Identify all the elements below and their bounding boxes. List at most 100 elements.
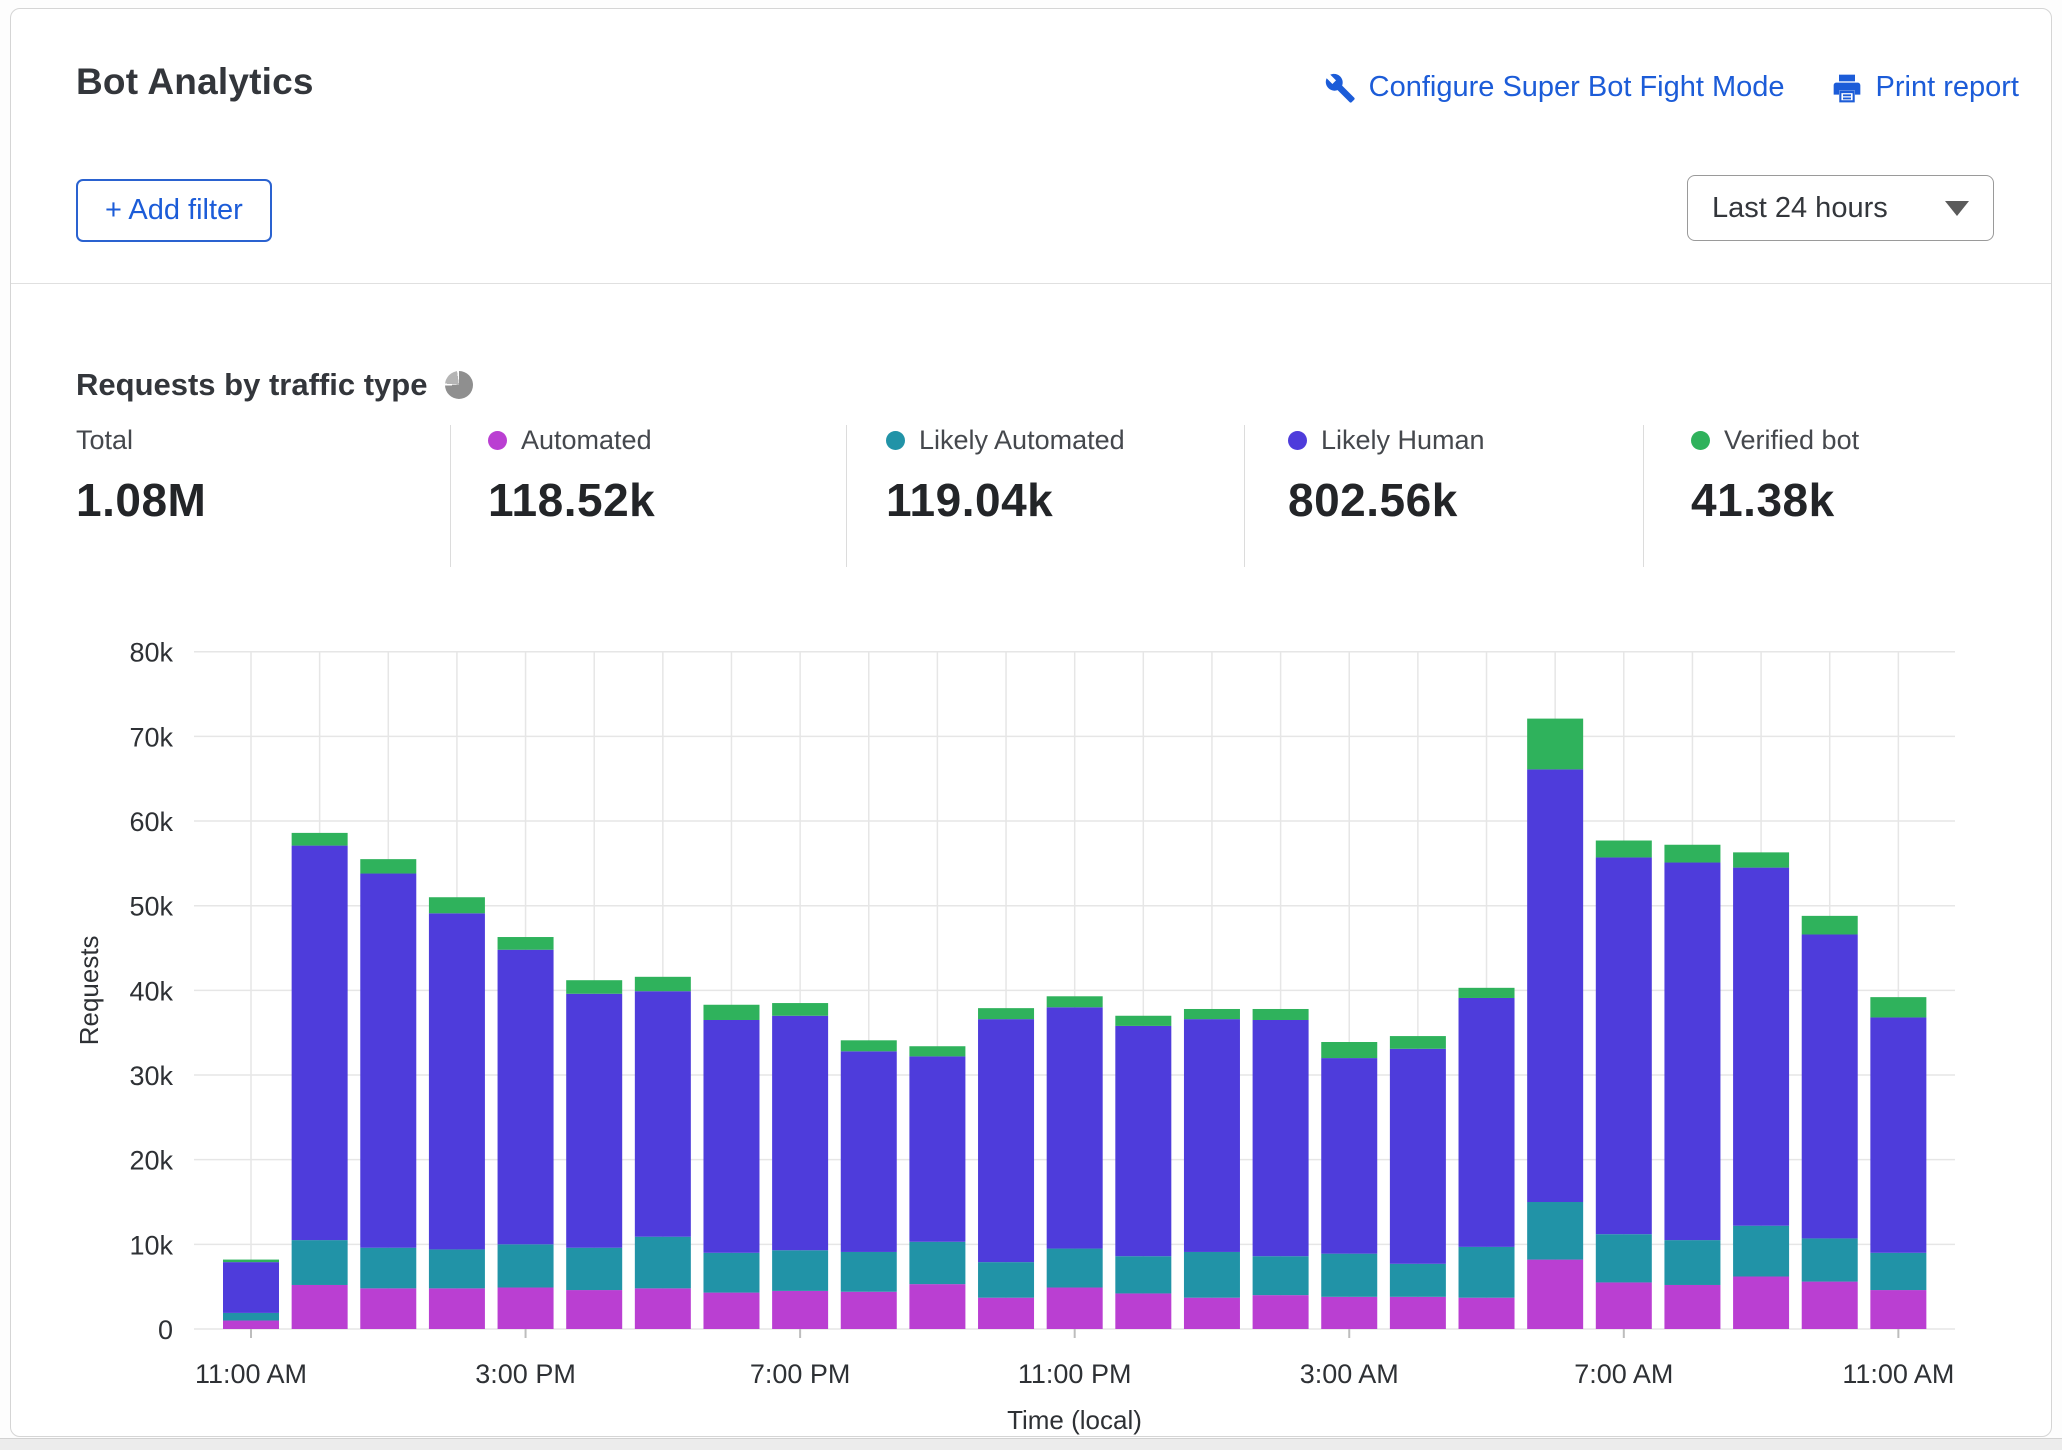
bar-segment-automated[interactable] bbox=[635, 1288, 691, 1329]
bar-segment-verified-bot[interactable] bbox=[1184, 1009, 1240, 1019]
bar-2-100PM[interactable] bbox=[360, 859, 416, 1329]
bar-segment-likely-human[interactable] bbox=[978, 1019, 1034, 1262]
bar-segment-likely-human[interactable] bbox=[1596, 857, 1652, 1234]
bar-segment-automated[interactable] bbox=[978, 1298, 1034, 1329]
bar-segment-likely-human[interactable] bbox=[223, 1262, 279, 1313]
bar-segment-automated[interactable] bbox=[360, 1288, 416, 1329]
bar-segment-likely-automated[interactable] bbox=[429, 1249, 485, 1288]
bar-segment-likely-human[interactable] bbox=[1047, 1007, 1103, 1248]
bar-segment-likely-automated[interactable] bbox=[1184, 1252, 1240, 1298]
bar-segment-verified-bot[interactable] bbox=[498, 937, 554, 950]
print-report-link[interactable]: Print report bbox=[1831, 71, 2019, 104]
bar-segment-verified-bot[interactable] bbox=[1664, 845, 1720, 863]
bar-8-700PM[interactable] bbox=[772, 1003, 828, 1329]
bar-segment-verified-bot[interactable] bbox=[1802, 916, 1858, 935]
bar-20-700AM[interactable] bbox=[1596, 841, 1652, 1329]
bar-4-300PM[interactable] bbox=[498, 937, 554, 1329]
bar-segment-likely-human[interactable] bbox=[909, 1056, 965, 1241]
bar-segment-verified-bot[interactable] bbox=[429, 897, 485, 913]
bar-18-500AM[interactable] bbox=[1459, 988, 1515, 1329]
bar-segment-automated[interactable] bbox=[1870, 1290, 1926, 1329]
bar-17-400AM[interactable] bbox=[1390, 1036, 1446, 1329]
bar-segment-automated[interactable] bbox=[909, 1284, 965, 1329]
bar-segment-likely-human[interactable] bbox=[1527, 769, 1583, 1202]
bar-segment-likely-automated[interactable] bbox=[978, 1262, 1034, 1298]
bar-segment-verified-bot[interactable] bbox=[841, 1040, 897, 1051]
bar-segment-automated[interactable] bbox=[566, 1290, 622, 1329]
bar-segment-automated[interactable] bbox=[1596, 1282, 1652, 1329]
bar-segment-likely-automated[interactable] bbox=[498, 1244, 554, 1287]
bar-11-1000PM[interactable] bbox=[978, 1008, 1034, 1329]
bar-segment-likely-automated[interactable] bbox=[1321, 1254, 1377, 1297]
bar-segment-likely-automated[interactable] bbox=[1459, 1247, 1515, 1298]
bar-22-900AM[interactable] bbox=[1733, 852, 1789, 1329]
bar-segment-automated[interactable] bbox=[1253, 1295, 1309, 1329]
bar-9-800PM[interactable] bbox=[841, 1040, 897, 1329]
configure-super-bot-fight-mode-link[interactable]: Configure Super Bot Fight Mode bbox=[1324, 71, 1785, 104]
bar-segment-likely-automated[interactable] bbox=[1664, 1240, 1720, 1285]
bar-12-1100PM[interactable] bbox=[1047, 996, 1103, 1329]
bar-segment-likely-human[interactable] bbox=[1664, 863, 1720, 1241]
bar-segment-automated[interactable] bbox=[703, 1293, 759, 1329]
bar-segment-verified-bot[interactable] bbox=[1527, 719, 1583, 770]
bar-24-1100AM[interactable] bbox=[1870, 997, 1926, 1329]
bar-segment-likely-automated[interactable] bbox=[1253, 1256, 1309, 1295]
bar-segment-verified-bot[interactable] bbox=[1733, 852, 1789, 867]
bar-7-600PM[interactable] bbox=[703, 1005, 759, 1329]
bar-segment-automated[interactable] bbox=[772, 1291, 828, 1329]
bar-segment-likely-human[interactable] bbox=[1115, 1026, 1171, 1256]
bar-segment-verified-bot[interactable] bbox=[978, 1008, 1034, 1019]
bar-3-200PM[interactable] bbox=[429, 897, 485, 1329]
bar-segment-automated[interactable] bbox=[429, 1288, 485, 1329]
bar-segment-likely-human[interactable] bbox=[1390, 1049, 1446, 1264]
bar-segment-verified-bot[interactable] bbox=[1047, 996, 1103, 1007]
bar-16-300AM[interactable] bbox=[1321, 1042, 1377, 1329]
bar-segment-likely-automated[interactable] bbox=[772, 1250, 828, 1291]
bar-segment-likely-human[interactable] bbox=[1870, 1017, 1926, 1252]
bar-segment-automated[interactable] bbox=[1459, 1298, 1515, 1329]
bar-segment-automated[interactable] bbox=[1390, 1297, 1446, 1329]
bar-segment-verified-bot[interactable] bbox=[772, 1003, 828, 1016]
bar-segment-verified-bot[interactable] bbox=[566, 980, 622, 994]
bar-segment-verified-bot[interactable] bbox=[703, 1005, 759, 1020]
bar-segment-verified-bot[interactable] bbox=[1870, 997, 1926, 1017]
bar-segment-likely-automated[interactable] bbox=[223, 1313, 279, 1321]
bar-segment-verified-bot[interactable] bbox=[909, 1046, 965, 1056]
bar-segment-verified-bot[interactable] bbox=[292, 833, 348, 846]
bar-segment-likely-automated[interactable] bbox=[909, 1242, 965, 1284]
bar-15-200AM[interactable] bbox=[1253, 1009, 1309, 1329]
bar-segment-likely-human[interactable] bbox=[635, 991, 691, 1237]
bar-segment-automated[interactable] bbox=[1115, 1293, 1171, 1329]
bar-segment-automated[interactable] bbox=[1047, 1288, 1103, 1329]
bar-segment-likely-automated[interactable] bbox=[1802, 1238, 1858, 1281]
bar-segment-automated[interactable] bbox=[1184, 1298, 1240, 1329]
bar-21-800AM[interactable] bbox=[1664, 845, 1720, 1329]
bar-segment-automated[interactable] bbox=[841, 1292, 897, 1329]
bar-segment-likely-automated[interactable] bbox=[1870, 1253, 1926, 1290]
bar-segment-likely-human[interactable] bbox=[292, 846, 348, 1241]
bar-segment-automated[interactable] bbox=[1733, 1277, 1789, 1329]
time-range-select[interactable]: Last 24 hours bbox=[1687, 175, 1994, 241]
bar-segment-likely-human[interactable] bbox=[1802, 934, 1858, 1238]
bar-segment-likely-human[interactable] bbox=[772, 1016, 828, 1251]
bar-segment-likely-automated[interactable] bbox=[1390, 1264, 1446, 1297]
bar-segment-automated[interactable] bbox=[498, 1288, 554, 1329]
bar-segment-verified-bot[interactable] bbox=[1390, 1036, 1446, 1049]
bar-segment-automated[interactable] bbox=[223, 1321, 279, 1329]
bar-13-1200AM[interactable] bbox=[1115, 1016, 1171, 1329]
bar-0-1100AM[interactable] bbox=[223, 1260, 279, 1329]
bar-segment-likely-human[interactable] bbox=[1733, 868, 1789, 1226]
bar-segment-likely-human[interactable] bbox=[1184, 1019, 1240, 1252]
bar-segment-verified-bot[interactable] bbox=[223, 1260, 279, 1263]
bar-segment-likely-automated[interactable] bbox=[1115, 1256, 1171, 1293]
bar-segment-likely-automated[interactable] bbox=[360, 1248, 416, 1289]
bar-segment-verified-bot[interactable] bbox=[1321, 1042, 1377, 1058]
bar-5-400PM[interactable] bbox=[566, 980, 622, 1329]
bar-segment-likely-human[interactable] bbox=[429, 913, 485, 1249]
bar-segment-verified-bot[interactable] bbox=[360, 859, 416, 873]
bar-segment-verified-bot[interactable] bbox=[1459, 988, 1515, 998]
bar-10-900PM[interactable] bbox=[909, 1046, 965, 1329]
bar-segment-likely-human[interactable] bbox=[1321, 1058, 1377, 1254]
bar-segment-likely-automated[interactable] bbox=[1047, 1249, 1103, 1288]
bar-segment-likely-automated[interactable] bbox=[703, 1253, 759, 1293]
